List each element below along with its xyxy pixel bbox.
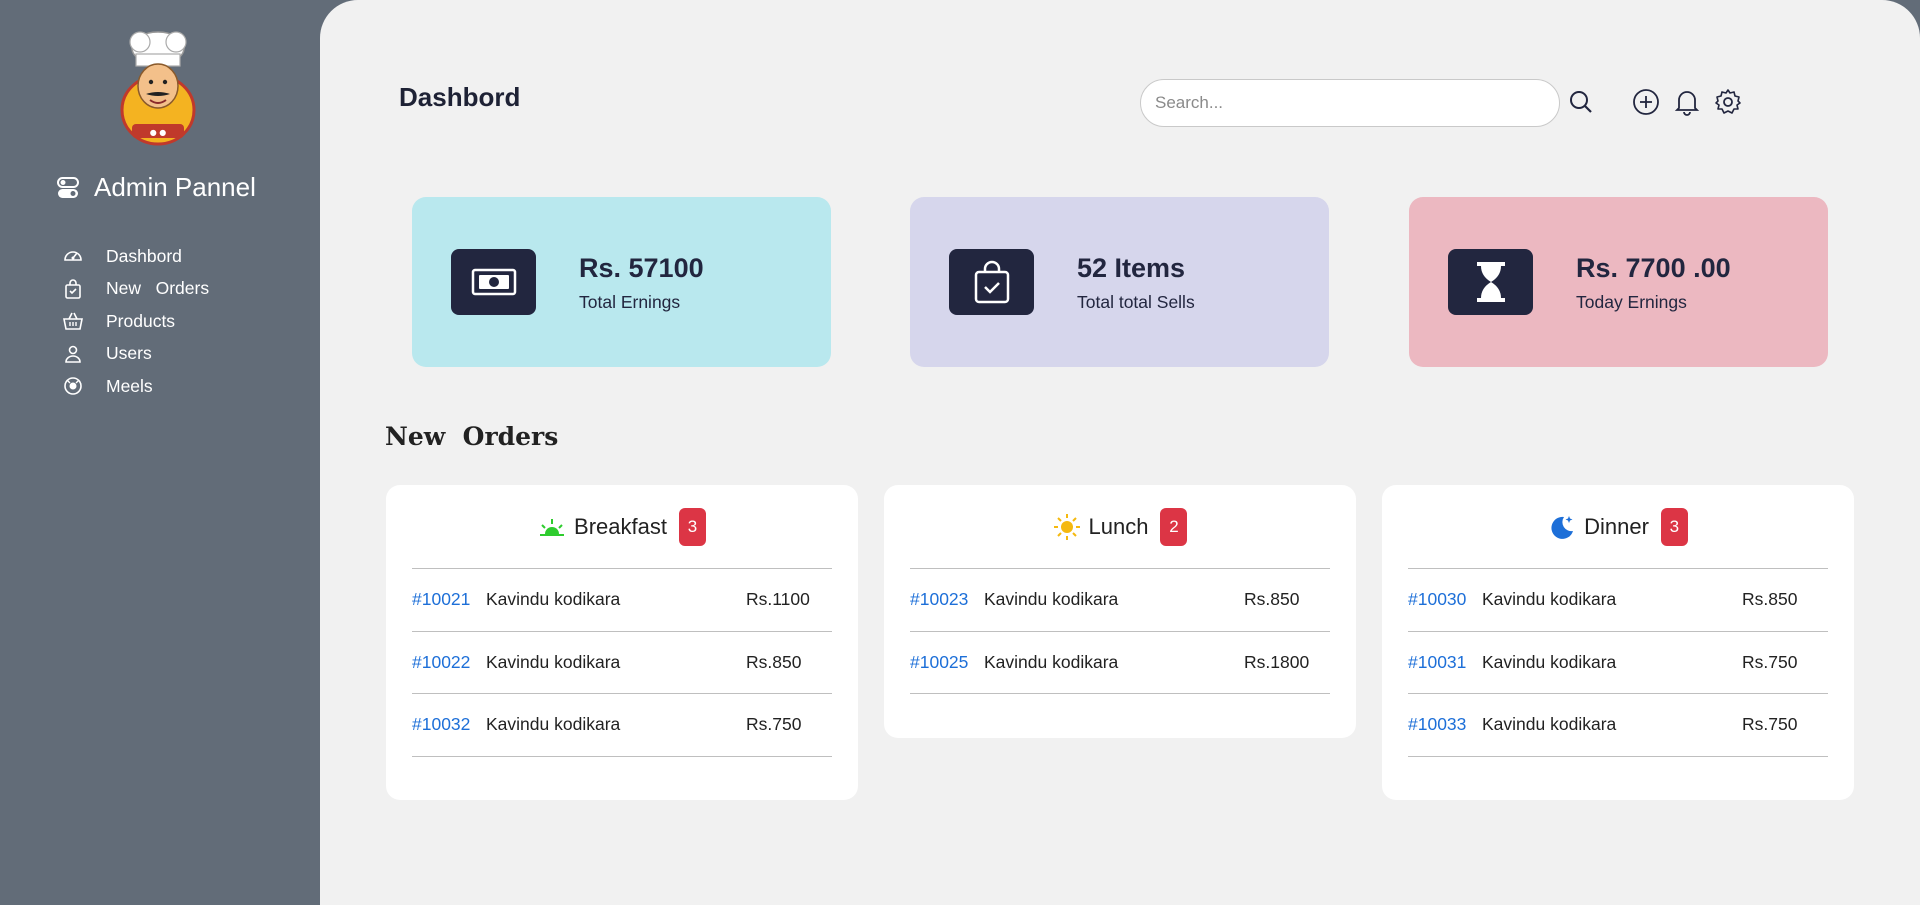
order-price: Rs.1800	[1244, 651, 1310, 672]
customer-name: Kavindu kodikara	[1482, 714, 1617, 735]
customer-name: Kavindu kodikara	[1482, 589, 1617, 610]
meal-header: Lunch 2	[910, 485, 1330, 569]
meal-header: Dinner 3	[1408, 485, 1828, 569]
meal-name: Lunch	[1088, 513, 1149, 539]
count-badge: 2	[1160, 507, 1188, 546]
order-price: Rs.750	[746, 714, 802, 735]
hourglass-icon	[1448, 249, 1533, 315]
customer-name: Kavindu kodikara	[984, 589, 1119, 610]
sidebar-item-dashbord[interactable]: Dashbord	[62, 240, 209, 273]
orders-card-dinner: Dinner 3 #10030 Kavindu kodikara Rs.850 …	[1382, 485, 1854, 800]
sidebar-brand: Admin Pannel	[56, 172, 256, 203]
user-icon	[62, 343, 84, 365]
new-orders-title: New Orders	[385, 422, 559, 451]
order-id-link[interactable]: #10023	[910, 589, 984, 610]
sidebar-item-meels[interactable]: Meels	[62, 370, 209, 403]
order-row[interactable]: #10031 Kavindu kodikara Rs.750	[1408, 632, 1828, 694]
bag-check-icon	[62, 278, 84, 300]
order-id-link[interactable]: #10022	[412, 652, 486, 673]
bag-check-icon	[949, 249, 1034, 315]
page-title: Dashbord	[399, 82, 521, 112]
order-price: Rs.750	[1742, 651, 1798, 672]
sidebar-item-label: Users	[106, 343, 152, 364]
order-id-link[interactable]: #10025	[910, 652, 984, 673]
order-row[interactable]: #10032 Kavindu kodikara Rs.750	[412, 694, 832, 757]
stat-card-total-earnings: Rs. 57100 Total Ernings	[412, 197, 831, 367]
stat-caption: Total Ernings	[579, 292, 681, 312]
count-badge: 3	[678, 507, 706, 546]
sidebar-item-label: New Orders	[106, 278, 210, 299]
main-content: Dashbord Rs. 57100 Total Ernings 52 Item…	[320, 0, 1920, 905]
order-row[interactable]: #10030 Kavindu kodikara Rs.850	[1408, 569, 1828, 632]
meal-name: Dinner	[1584, 513, 1649, 539]
meal-name: Breakfast	[574, 513, 667, 539]
chef-logo-icon[interactable]: ● ●	[110, 28, 206, 148]
order-row[interactable]: #10033 Kavindu kodikara Rs.750	[1408, 694, 1828, 757]
sunrise-icon	[540, 518, 565, 536]
order-price: Rs.850	[1742, 589, 1798, 610]
sidebar-item-label: Products	[106, 310, 176, 331]
customer-name: Kavindu kodikara	[486, 651, 621, 672]
stat-value: Rs. 57100	[579, 253, 704, 283]
sidebar-item-products[interactable]: Products	[62, 305, 209, 338]
gauge-icon	[62, 245, 84, 267]
order-row[interactable]: #10025 Kavindu kodikara Rs.1800	[910, 632, 1330, 694]
order-price: Rs.750	[1742, 714, 1798, 735]
gear-icon[interactable]	[1713, 87, 1743, 117]
sidebar-item-new-orders[interactable]: New Orders	[62, 273, 209, 306]
sidebar-item-label: Dashbord	[106, 245, 182, 266]
order-id-link[interactable]: #10021	[412, 589, 486, 610]
basket-icon	[62, 310, 84, 332]
sidebar-nav: Dashbord New Orders Products Users Meels	[62, 240, 209, 403]
order-id-link[interactable]: #10031	[1408, 652, 1482, 673]
order-id-link[interactable]: #10032	[412, 714, 486, 735]
order-row[interactable]: #10023 Kavindu kodikara Rs.850	[910, 569, 1330, 632]
svg-text:● ●: ● ●	[150, 128, 167, 137]
plus-circle-icon[interactable]	[1631, 87, 1661, 117]
order-price: Rs.850	[1244, 589, 1300, 610]
customer-name: Kavindu kodikara	[984, 651, 1119, 672]
toggles-icon	[57, 176, 79, 198]
stat-caption: Today Ernings	[1576, 292, 1687, 312]
customer-name: Kavindu kodikara	[1482, 651, 1617, 672]
meal-icon	[62, 375, 84, 397]
order-price: Rs.1100	[746, 589, 810, 610]
order-row[interactable]: #10022 Kavindu kodikara Rs.850	[412, 632, 832, 694]
customer-name: Kavindu kodikara	[486, 714, 621, 735]
count-badge: 3	[1660, 507, 1688, 546]
cash-icon	[451, 249, 536, 315]
stat-caption: Total total Sells	[1077, 292, 1195, 312]
order-row[interactable]: #10021 Kavindu kodikara Rs.1100	[412, 569, 832, 632]
sidebar: ● ● Admin Pannel Dashbord New Orders Pro…	[0, 0, 320, 905]
stat-value: Rs. 7700 .00	[1576, 253, 1731, 283]
sidebar-item-label: Meels	[106, 375, 153, 396]
stat-card-total-sells: 52 Items Total total Sells	[910, 197, 1329, 367]
order-id-link[interactable]: #10030	[1408, 589, 1482, 610]
moon-stars-icon	[1551, 515, 1574, 539]
order-price: Rs.850	[746, 651, 802, 672]
orders-card-lunch: Lunch 2 #10023 Kavindu kodikara Rs.850 #…	[884, 485, 1356, 738]
stat-card-today-earnings: Rs. 7700 .00 Today Ernings	[1409, 197, 1828, 367]
bell-icon[interactable]	[1672, 87, 1702, 117]
search-icon[interactable]	[1566, 87, 1596, 117]
sidebar-item-users[interactable]: Users	[62, 338, 209, 371]
customer-name: Kavindu kodikara	[486, 589, 621, 610]
order-id-link[interactable]: #10033	[1408, 714, 1482, 735]
search-input[interactable]	[1140, 79, 1560, 127]
sidebar-title: Admin Pannel	[94, 172, 256, 202]
meal-header: Breakfast 3	[412, 485, 832, 569]
stat-value: 52 Items	[1077, 253, 1186, 283]
orders-card-breakfast: Breakfast 3 #10021 Kavindu kodikara Rs.1…	[386, 485, 858, 800]
sun-icon	[1053, 513, 1080, 540]
